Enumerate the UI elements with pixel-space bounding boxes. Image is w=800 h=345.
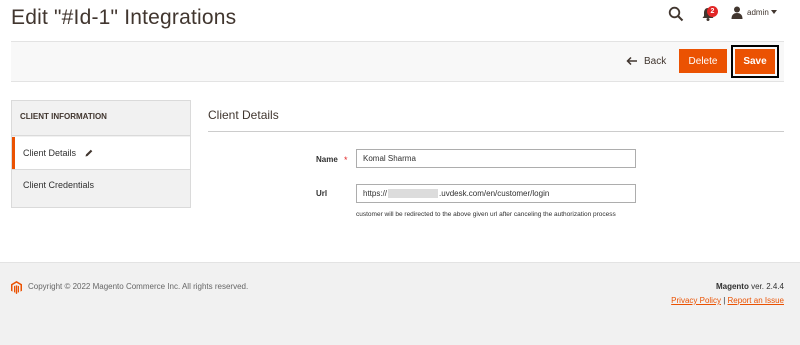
page-actions-bar [11, 41, 784, 82]
back-arrow-icon [626, 56, 637, 66]
url-field-prefix: https:// [363, 189, 388, 198]
section-divider [208, 131, 784, 132]
url-field-suffix: .uvdesk.com/en/customer/login [439, 189, 550, 198]
footer-link-separator: | [723, 296, 726, 305]
back-button-label: Back [644, 55, 667, 67]
url-field[interactable]: https:// .uvdesk.com/en/customer/login [356, 184, 636, 203]
save-button[interactable]: Save [735, 49, 775, 74]
sidebar: CLIENT INFORMATION Client Details Client… [11, 100, 191, 208]
redacted-subdomain [388, 189, 439, 198]
required-asterisk: * [344, 155, 348, 165]
footer-copyright: Copyright © 2022 Magento Commerce Inc. A… [28, 282, 249, 291]
privacy-policy-link[interactable]: Privacy Policy [671, 296, 721, 305]
sidebar-item-label: Client Details [23, 148, 77, 158]
url-field-label: Url [316, 189, 328, 198]
footer-links: Privacy Policy | Report an Issue [671, 296, 784, 305]
search-icon[interactable] [668, 6, 684, 22]
pencil-icon [85, 149, 93, 157]
back-button[interactable]: Back [626, 52, 666, 70]
name-field[interactable]: Komal Sharma [356, 149, 636, 168]
notification-count-badge: 2 [707, 6, 718, 17]
footer-brand: Magento [715, 282, 749, 291]
chevron-down-icon[interactable] [771, 10, 777, 14]
section-title: Client Details [208, 108, 279, 122]
footer-version-number: ver. 2.4.4 [751, 282, 784, 291]
delete-button[interactable]: Delete [679, 49, 727, 73]
page-title: Edit "#Id-1" Integrations [11, 6, 237, 29]
name-field-label: Name [316, 155, 338, 164]
name-field-value: Komal Sharma [363, 154, 416, 163]
user-account-name[interactable]: admin [747, 8, 769, 17]
footer-version: Magento ver. 2.4.4 [716, 282, 784, 291]
sidebar-title: CLIENT INFORMATION [12, 101, 190, 136]
user-icon[interactable] [731, 6, 743, 19]
report-issue-link[interactable]: Report an Issue [728, 296, 784, 305]
url-field-note: customer will be redirected to the above… [356, 211, 616, 218]
sidebar-item-client-details[interactable]: Client Details [12, 137, 190, 169]
magento-logo-icon [11, 281, 22, 294]
sidebar-item-client-credentials[interactable]: Client Credentials [12, 169, 190, 201]
